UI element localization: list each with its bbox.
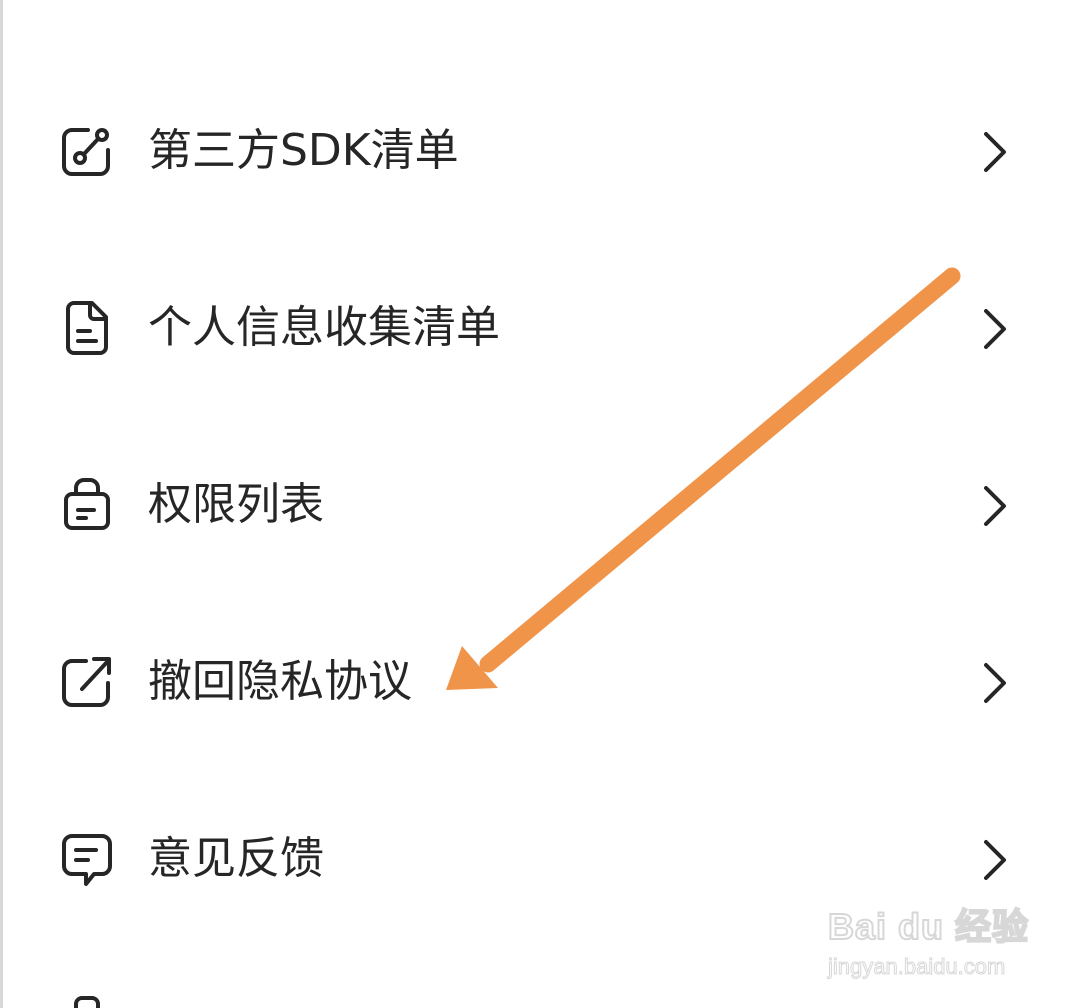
watermark-brand: Bai du 经验 <box>827 905 1030 948</box>
document-icon <box>58 299 116 357</box>
chevron-right-icon <box>978 307 1012 351</box>
menu-item-permission-list[interactable]: 权限列表 <box>0 416 1080 593</box>
chevron-right-icon <box>978 661 1012 705</box>
menu-item-label: 撤回隐私协议 <box>148 656 412 707</box>
message-icon <box>58 830 116 888</box>
external-link-icon <box>58 653 116 711</box>
menu-item-label: 权限列表 <box>148 479 324 530</box>
menu-item-personal-info-list[interactable]: 个人信息收集清单 <box>0 239 1080 416</box>
watermark-url: jingyan.baidu.com <box>827 954 1006 980</box>
chevron-right-icon <box>978 484 1012 528</box>
menu-item-label: 第三方SDK清单 <box>148 125 459 176</box>
menu-item-revoke-privacy[interactable]: 撤回隐私协议 <box>0 593 1080 770</box>
partial-next-item-icon <box>74 996 100 1008</box>
share-link-icon <box>58 122 116 180</box>
settings-menu-list: 第三方SDK清单 个人信息收集清单 权限列表 撤回隐私协议 意见反馈 <box>0 62 1080 947</box>
chevron-right-icon <box>978 130 1012 174</box>
chevron-right-icon <box>978 838 1012 882</box>
menu-item-label: 个人信息收集清单 <box>148 302 500 353</box>
bag-icon <box>58 476 116 534</box>
watermark: Bai du 经验 jingyan.baidu.com <box>827 898 1030 988</box>
menu-item-third-party-sdk[interactable]: 第三方SDK清单 <box>0 62 1080 239</box>
menu-item-label: 意见反馈 <box>148 833 324 884</box>
